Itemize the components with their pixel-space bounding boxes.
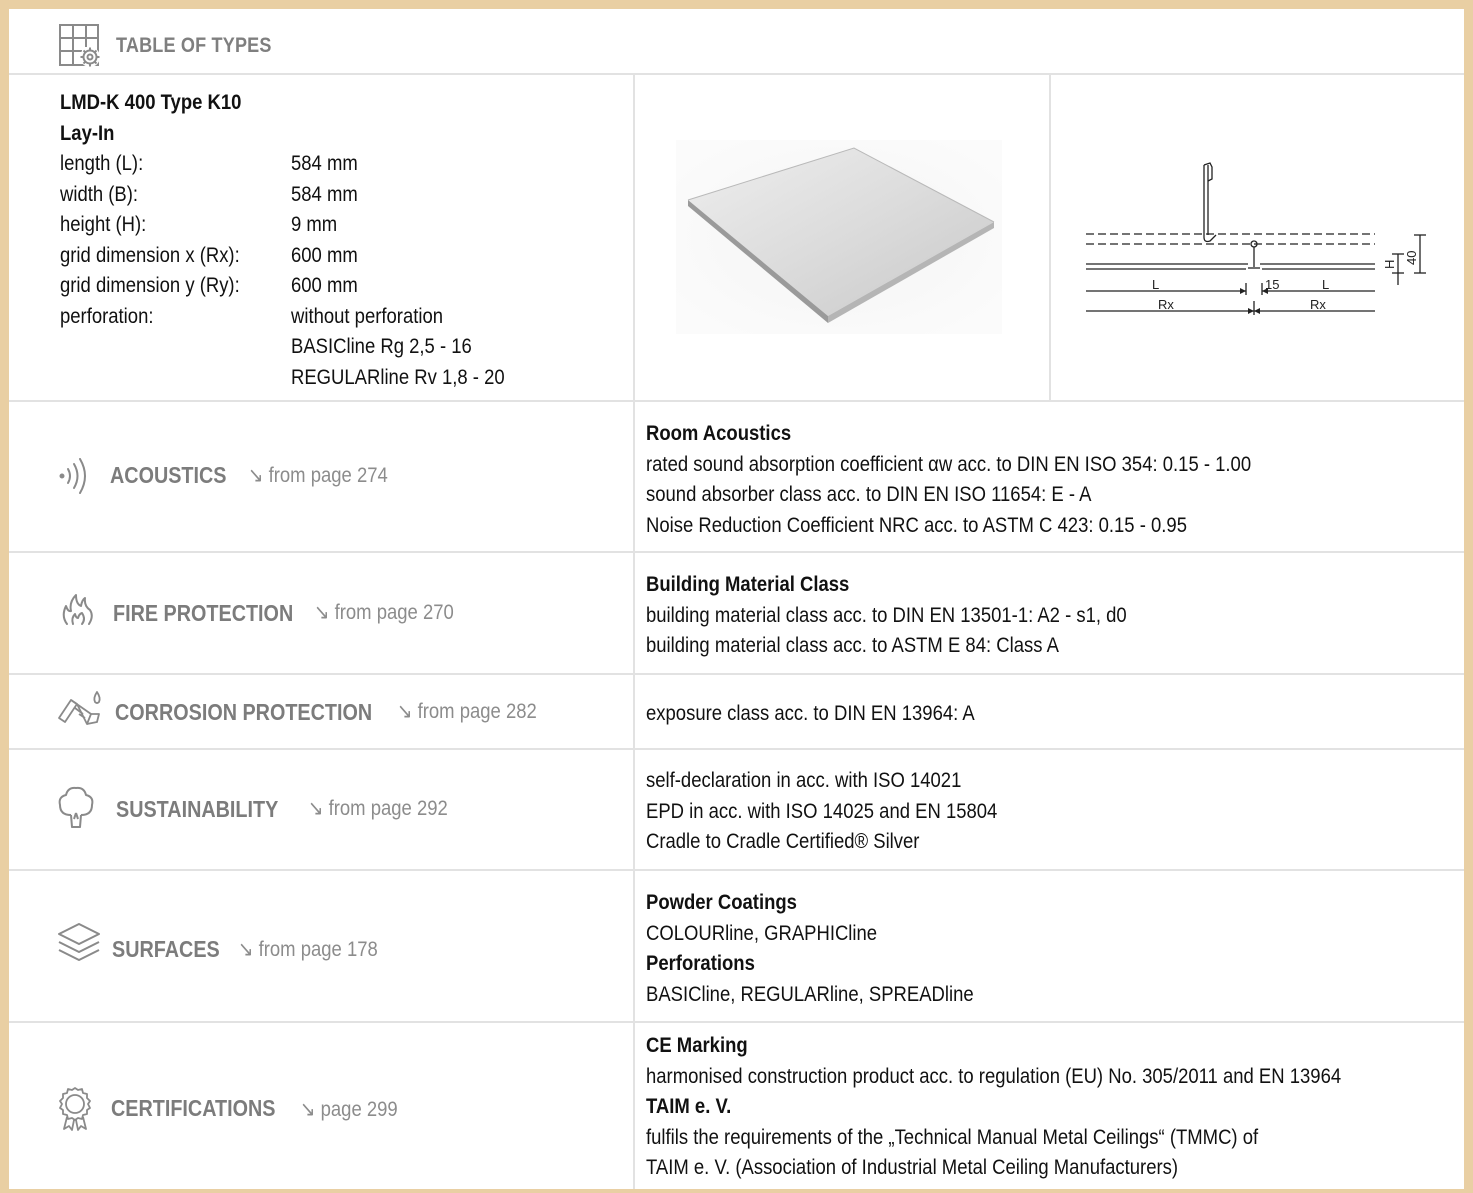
layers-icon (58, 923, 100, 961)
detail-line: building material class acc. to DIN EN 1… (646, 603, 1127, 627)
dim-label-l: L (1322, 277, 1329, 292)
spec-value: 584 mm (291, 182, 358, 206)
detail-line: sound absorber class acc. to DIN EN ISO … (646, 483, 1092, 506)
detail-line: exposure class acc. to DIN EN 13964: A (646, 702, 975, 725)
detail-line: Cradle to Cradle Certified® Silver (646, 830, 920, 853)
page-ref-corrosion-protection[interactable]: ↘ from page 282 (397, 699, 537, 724)
corrosion-icon (58, 691, 101, 725)
spec-value: REGULARline Rv 1,8 - 20 (291, 365, 505, 389)
detail-sustainability: self-declaration in acc. with ISO 14021 … (646, 766, 1045, 858)
spec-row: grid dimension y (Ry): 600 mm (60, 271, 358, 302)
spec-value: 9 mm (291, 213, 338, 236)
detail-heading: Perforations (646, 952, 755, 975)
divider (9, 400, 1464, 402)
ceiling-tile-image (676, 140, 1002, 334)
spec-label: grid dimension x (Rx): (60, 243, 240, 267)
detail-line: self-declaration in acc. with ISO 14021 (646, 769, 962, 792)
column-divider (1049, 73, 1051, 401)
page-ref-sustainability[interactable]: ↘ from page 292 (308, 796, 448, 821)
spec-label: width (B): (60, 182, 139, 206)
divider (9, 673, 1464, 675)
divider (9, 551, 1464, 553)
detail-corrosion-protection: exposure class acc. to DIN EN 13964: A (646, 699, 1020, 730)
detail-line: harmonised construction product acc. to … (646, 1064, 1342, 1088)
column-divider (633, 73, 635, 1189)
dim-label-rx: Rx (1158, 297, 1174, 312)
dim-label-l: L (1152, 277, 1159, 292)
divider (9, 748, 1464, 750)
cross-section-drawing: L L 15 Rx Rx H 40 (1086, 162, 1426, 315)
product-specs: LMD-K 400 Type K10 Lay-In length (L): 584… (60, 88, 505, 394)
spec-row: height (H): 9 mm (60, 210, 337, 241)
spec-row: width (B): 584 mm (60, 180, 358, 211)
spec-value: 600 mm (291, 274, 358, 297)
dim-label-height: 40 (1404, 251, 1419, 265)
detail-heading: TAIM e. V. (646, 1095, 732, 1118)
detail-certifications: CE Marking harmonised construction produ… (646, 1031, 1436, 1184)
divider (9, 869, 1464, 871)
detail-heading: Powder Coatings (646, 891, 797, 914)
detail-fire-protection: Building Material Class building materia… (646, 570, 1192, 662)
section-label-surfaces: SURFACES (112, 936, 220, 962)
detail-line: TAIM e. V. (Association of Industrial Me… (646, 1156, 1179, 1179)
dim-label-gap: 15 (1265, 277, 1279, 292)
detail-line: COLOURline, GRAPHICline (646, 921, 878, 945)
spec-row: length (L): 584 mm (60, 149, 358, 180)
spec-row: grid dimension x (Rx): 600 mm (60, 241, 358, 272)
section-label-corrosion-protection: CORROSION PROTECTION (115, 699, 373, 725)
detail-surfaces: Powder Coatings COLOURline, GRAPHICline … (646, 888, 1018, 1010)
page-ref-acoustics[interactable]: ↘ from page 274 (248, 463, 388, 488)
detail-line: building material class acc. to ASTM E 8… (646, 634, 1059, 657)
spec-value: BASICline Rg 2,5 - 16 (291, 335, 472, 358)
spec-value: 600 mm (291, 243, 358, 267)
dim-label-h: H (1382, 260, 1397, 269)
section-label-certifications: CERTIFICATIONS (111, 1095, 276, 1121)
spec-label: length (L): (60, 152, 144, 175)
detail-line: Noise Reduction Coefficient NRC acc. to … (646, 513, 1187, 537)
divider (9, 1021, 1464, 1023)
detail-line: BASICline, REGULARline, SPREADline (646, 982, 974, 1006)
page-ref-certifications[interactable]: ↘ page 299 (300, 1097, 398, 1122)
section-label-sustainability: SUSTAINABILITY (116, 796, 279, 822)
divider (9, 73, 1464, 75)
product-name: LMD-K 400 Type K10 (60, 91, 242, 114)
spec-value: 584 mm (291, 152, 358, 175)
spec-row: REGULARline Rv 1,8 - 20 (60, 363, 505, 394)
spec-value: without perforation (291, 304, 444, 328)
spec-row: perforation: without perforation (60, 302, 443, 333)
grid-settings-icon (59, 24, 100, 67)
detail-line: fulfils the requirements of the „Technic… (646, 1125, 1259, 1149)
sound-waves-icon (59, 458, 86, 494)
section-label-acoustics: ACOUSTICS (110, 462, 227, 488)
spec-label: height (H): (60, 213, 147, 236)
detail-heading: Room Acoustics (646, 422, 792, 445)
spec-label: perforation: (60, 304, 154, 328)
award-rosette-icon (59, 1087, 91, 1131)
page-title: TABLE OF TYPES (116, 34, 272, 57)
flame-icon (62, 594, 93, 625)
detail-heading: Building Material Class (646, 573, 850, 596)
section-label-fire-protection: FIRE PROTECTION (113, 600, 294, 626)
tree-icon (58, 786, 94, 828)
product-subtitle: Lay-In (60, 121, 115, 145)
spec-label: grid dimension y (Ry): (60, 274, 240, 297)
detail-acoustics: Room Acoustics rated sound absorption co… (646, 419, 1334, 541)
detail-line: rated sound absorption coefficient αw ac… (646, 452, 1252, 476)
dim-label-rx: Rx (1310, 297, 1326, 312)
detail-line: EPD in acc. with ISO 14025 and EN 15804 (646, 799, 998, 823)
page-ref-fire-protection[interactable]: ↘ from page 270 (314, 600, 454, 625)
spec-row: BASICline Rg 2,5 - 16 (60, 332, 472, 363)
detail-heading: CE Marking (646, 1034, 748, 1057)
page-ref-surfaces[interactable]: ↘ from page 178 (238, 937, 378, 962)
